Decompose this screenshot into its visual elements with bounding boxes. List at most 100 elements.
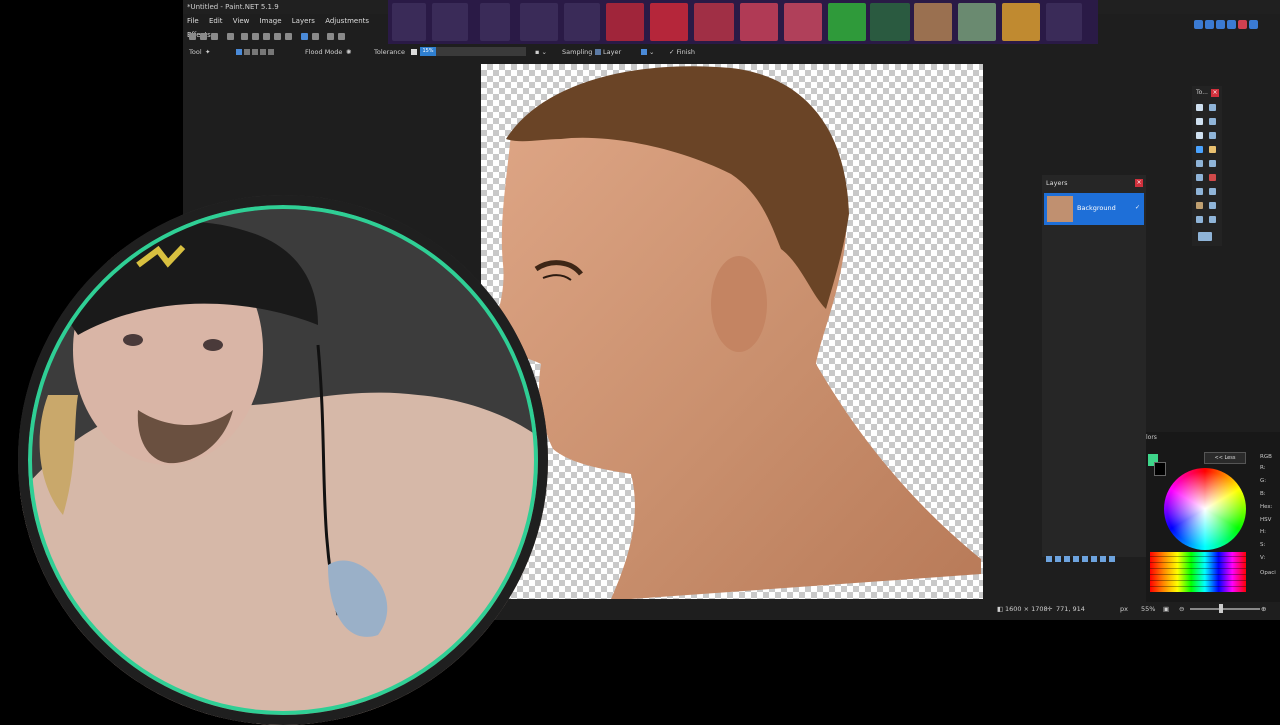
menu-adjustments[interactable]: Adjustments [321, 14, 373, 28]
shapes-tool-icon[interactable] [1198, 232, 1212, 241]
crop-icon[interactable] [274, 33, 281, 40]
menu-edit[interactable]: Edit [205, 14, 227, 28]
copy-icon[interactable] [252, 33, 259, 40]
paintbrush-tool-icon[interactable] [1196, 174, 1203, 181]
image-tab[interactable] [392, 3, 426, 41]
save-icon[interactable] [211, 33, 218, 40]
image-tab[interactable] [564, 3, 600, 41]
menu-image[interactable]: Image [256, 14, 286, 28]
webcam-ring-frame [18, 195, 548, 725]
finish-button[interactable]: ✓ Finish [669, 45, 695, 59]
move-selection-tool-icon[interactable] [1209, 118, 1216, 125]
intersect-mode-icon[interactable] [260, 49, 266, 55]
zoom-in-icon[interactable]: ⊕ [1261, 602, 1266, 616]
window-tool-icon[interactable] [1194, 20, 1203, 29]
menu-file[interactable]: File [183, 14, 203, 28]
flood-mode-icon[interactable]: ✺ [346, 45, 351, 59]
magic-wand-tool-icon[interactable] [1196, 146, 1203, 153]
close-icon[interactable]: × [1135, 179, 1143, 187]
undo-icon[interactable] [301, 33, 308, 40]
tolerance-slider[interactable]: 15% [420, 47, 526, 56]
open-file-icon[interactable] [200, 33, 207, 40]
image-canvas[interactable] [481, 64, 983, 599]
move-layer-up-icon[interactable] [1082, 556, 1088, 562]
recolor-tool-icon[interactable] [1209, 202, 1216, 209]
union-mode-icon[interactable] [244, 49, 250, 55]
image-tab[interactable] [520, 3, 558, 41]
layer-visibility-check-icon[interactable]: ✓ [1135, 204, 1140, 211]
color-wheel[interactable] [1164, 468, 1246, 550]
delete-layer-icon[interactable] [1055, 556, 1061, 562]
merge-layer-icon[interactable] [1073, 556, 1079, 562]
image-tab[interactable] [828, 3, 866, 41]
check-icon: ✓ [669, 48, 677, 56]
zoom-slider-track[interactable] [1190, 608, 1260, 610]
paste-icon[interactable] [263, 33, 270, 40]
image-tab-active[interactable] [914, 3, 952, 41]
layer-properties-icon[interactable] [1100, 556, 1106, 562]
print-icon[interactable] [227, 33, 234, 40]
clone-stamp-tool-icon[interactable] [1196, 202, 1203, 209]
add-layer-icon[interactable] [1046, 556, 1052, 562]
new-file-icon[interactable] [189, 33, 196, 40]
window-tool-icon[interactable] [1216, 20, 1225, 29]
magic-wand-icon[interactable]: ✦ [205, 45, 210, 59]
image-tab[interactable] [480, 3, 510, 41]
rect-select-tool-icon[interactable] [1196, 104, 1203, 111]
image-tab[interactable] [432, 3, 468, 41]
exclude-mode-icon[interactable] [252, 49, 258, 55]
ellipse-select-tool-icon[interactable] [1196, 132, 1203, 139]
move-layer-down-icon[interactable] [1091, 556, 1097, 562]
zoom-fit-icon[interactable]: ▣ [1163, 602, 1169, 616]
image-tab[interactable] [694, 3, 734, 41]
window-tool-icon[interactable] [1249, 20, 1258, 29]
layer-row-background[interactable]: Background ✓ [1044, 193, 1144, 225]
replace-mode-icon[interactable] [236, 49, 242, 55]
pencil-tool-icon[interactable] [1196, 188, 1203, 195]
image-tab[interactable] [1046, 3, 1082, 41]
zoom-value[interactable]: 55% [1141, 602, 1155, 616]
gradient-tool-icon[interactable] [1209, 160, 1216, 167]
zoom-slider-thumb[interactable] [1219, 604, 1223, 613]
image-tab[interactable] [958, 3, 996, 41]
secondary-color-swatch[interactable] [1154, 462, 1166, 476]
close-icon[interactable]: × [1211, 89, 1219, 97]
units-dropdown[interactable]: px [1120, 602, 1128, 616]
redo-icon[interactable] [312, 33, 319, 40]
zoom-tool-icon[interactable] [1209, 132, 1216, 139]
text-tool-icon[interactable] [1196, 216, 1203, 223]
move-tool-icon[interactable] [1209, 104, 1216, 111]
cut-icon[interactable] [241, 33, 248, 40]
lasso-tool-icon[interactable] [1196, 118, 1203, 125]
window-tool-icon[interactable] [1227, 20, 1236, 29]
tolerance-toggle[interactable] [411, 45, 419, 59]
grid-icon[interactable] [327, 33, 334, 40]
paint-bucket-tool-icon[interactable] [1196, 160, 1203, 167]
image-tab[interactable] [784, 3, 822, 41]
menu-layers[interactable]: Layers [288, 14, 319, 28]
ruler-icon[interactable] [338, 33, 345, 40]
color-picker-tool-icon[interactable] [1209, 188, 1216, 195]
eraser-tool-icon[interactable] [1209, 174, 1216, 181]
sampling-dropdown[interactable]: Layer [595, 45, 621, 59]
zoom-out-icon[interactable]: ⊖ [1179, 602, 1184, 616]
menu-view[interactable]: View [229, 14, 254, 28]
antialias-icon[interactable]: ▪ ⌄ [535, 45, 547, 59]
image-tab[interactable] [870, 3, 910, 41]
wrench-icon[interactable] [1109, 556, 1115, 562]
selection-mode-buttons[interactable] [236, 45, 276, 59]
pan-tool-icon[interactable] [1209, 146, 1216, 153]
image-tab[interactable] [650, 3, 688, 41]
s-label: S: [1260, 542, 1266, 548]
xor-mode-icon[interactable] [268, 49, 274, 55]
less-button[interactable]: << Less [1204, 452, 1246, 464]
blend-mode-icon[interactable]: ⌄ [641, 45, 654, 59]
image-tab[interactable] [1002, 3, 1040, 41]
window-tool-icon[interactable] [1238, 20, 1247, 29]
deselect-icon[interactable] [285, 33, 292, 40]
image-tab[interactable] [740, 3, 778, 41]
duplicate-layer-icon[interactable] [1064, 556, 1070, 562]
line-tool-icon[interactable] [1209, 216, 1216, 223]
window-tool-icon[interactable] [1205, 20, 1214, 29]
image-tab[interactable] [606, 3, 644, 41]
